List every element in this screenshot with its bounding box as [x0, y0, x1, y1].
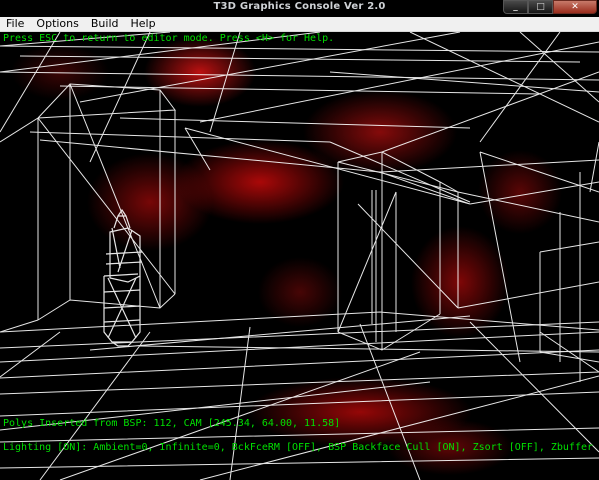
render-viewport[interactable]: Press ESC to return to editor mode. Pres… [0, 32, 599, 480]
menu-file[interactable]: File [0, 17, 30, 31]
minimize-icon: _ [513, 2, 518, 12]
menu-build[interactable]: Build [85, 17, 125, 31]
window-controls: _ □ ✕ [503, 0, 597, 14]
ceiling-grid [0, 32, 599, 205]
maximize-button[interactable]: □ [528, 0, 553, 14]
left-frame [0, 83, 176, 333]
floor-grid [0, 311, 599, 480]
menu-help[interactable]: Help [125, 17, 162, 31]
wireframe-scene [0, 32, 599, 480]
help-hint-text: Press ESC to return to editor mode. Pres… [3, 33, 335, 44]
render-stats-text: Polys Inserted from BSP: 112, CAM [245.3… [3, 418, 341, 429]
title-bar: T3D Graphics Console Ver 2.0 _ □ ✕ [0, 0, 599, 17]
render-status-text: Lighting [ON]: Ambient=0, Infinite=0, Bc… [3, 442, 599, 453]
close-icon: ✕ [571, 2, 579, 12]
right-structure [479, 141, 599, 382]
maximize-icon: □ [536, 2, 545, 12]
menu-bar: File Options Build Help [0, 17, 599, 32]
menu-options[interactable]: Options [30, 17, 84, 31]
minimize-button[interactable]: _ [503, 0, 528, 14]
close-button[interactable]: ✕ [553, 0, 597, 14]
